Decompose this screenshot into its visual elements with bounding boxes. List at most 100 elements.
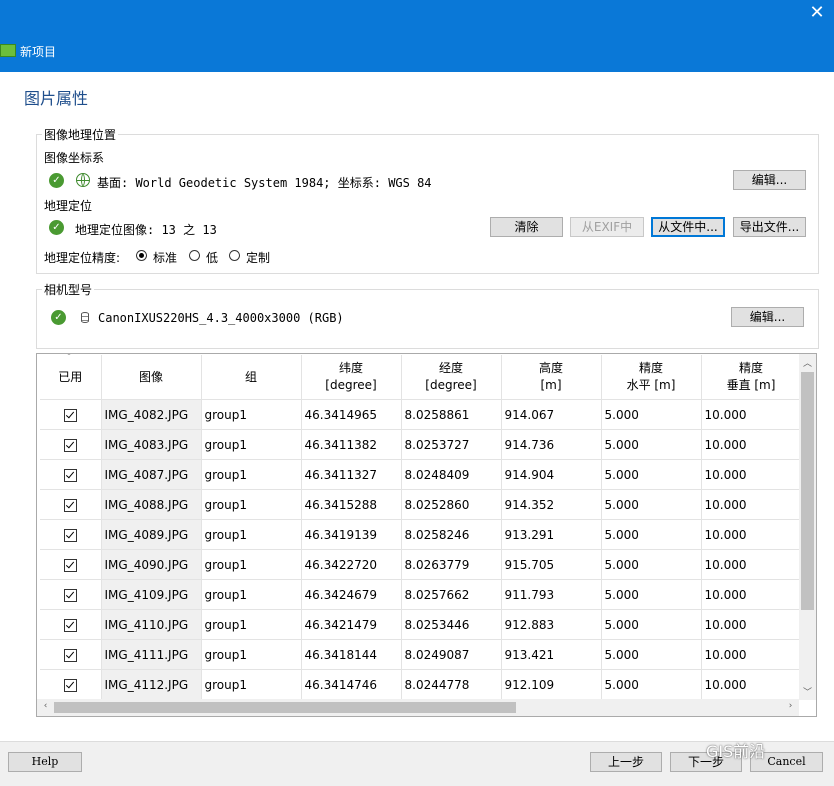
column-header[interactable]: 已用	[40, 355, 102, 400]
checkbox-icon[interactable]	[63, 498, 77, 512]
close-icon[interactable]: ✕	[806, 2, 828, 24]
from-file-button[interactable]: 从文件中...	[651, 217, 725, 237]
column-header[interactable]: 纬度 [degree]	[301, 355, 402, 400]
checkbox-icon[interactable]	[63, 528, 77, 542]
cell-acc_v[interactable]: 10.000	[701, 549, 802, 580]
cell-group[interactable]: group1	[201, 519, 302, 550]
enabled-cell[interactable]	[40, 399, 102, 430]
scroll-down-icon[interactable]: ﹀	[799, 685, 816, 698]
checkbox-icon[interactable]	[63, 468, 77, 482]
cell-acc_v[interactable]: 10.000	[701, 669, 802, 700]
column-header[interactable]: 经度 [degree]	[401, 355, 502, 400]
table-row[interactable]: IMG_4112.JPG group1 46.3414746 8.0244778 912…	[40, 669, 802, 700]
enabled-cell[interactable]	[40, 519, 102, 550]
checkbox-icon[interactable]	[63, 558, 77, 572]
cell-acc_h[interactable]: 5.000	[601, 399, 702, 430]
cell-lon[interactable]: 8.0257662	[401, 579, 502, 610]
cell-alt[interactable]: 914.067	[501, 399, 602, 430]
cell-alt[interactable]: 914.352	[501, 489, 602, 520]
cell-acc_h[interactable]: 5.000	[601, 519, 702, 550]
enabled-cell[interactable]	[40, 489, 102, 520]
cell-lon[interactable]: 8.0248409	[401, 459, 502, 490]
crs-edit-button[interactable]: 编辑...	[733, 170, 806, 190]
cell-acc_h[interactable]: 5.000	[601, 579, 702, 610]
cell-alt[interactable]: 914.736	[501, 429, 602, 460]
cell-acc_h[interactable]: 5.000	[601, 459, 702, 490]
cell-acc_h[interactable]: 5.000	[601, 609, 702, 640]
cell-lat[interactable]: 46.3422720	[301, 549, 402, 580]
accuracy-custom-radio[interactable]	[229, 250, 240, 261]
cell-lat[interactable]: 46.3414965	[301, 399, 402, 430]
cell-group[interactable]: group1	[201, 609, 302, 640]
cell-lat[interactable]: 46.3411327	[301, 459, 402, 490]
camera-edit-button[interactable]: 编辑...	[731, 307, 804, 327]
cell-group[interactable]: group1	[201, 549, 302, 580]
table-row[interactable]: IMG_4089.JPG group1 46.3419139 8.0258246 913…	[40, 519, 802, 550]
checkbox-icon[interactable]	[63, 648, 77, 662]
table-row[interactable]: IMG_4088.JPG group1 46.3415288 8.0252860 914…	[40, 489, 802, 520]
cell-acc_h[interactable]: 5.000	[601, 549, 702, 580]
cell-acc_h[interactable]: 5.000	[601, 669, 702, 700]
clear-button[interactable]: 清除	[490, 217, 563, 237]
cell-lon[interactable]: 8.0258861	[401, 399, 502, 430]
table-row[interactable]: IMG_4109.JPG group1 46.3424679 8.0257662 911…	[40, 579, 802, 610]
cell-lat[interactable]: 46.3419139	[301, 519, 402, 550]
cell-acc_v[interactable]: 10.000	[701, 489, 802, 520]
table-row[interactable]: IMG_4111.JPG group1 46.3418144 8.0249087 913…	[40, 639, 802, 670]
cell-alt[interactable]: 911.793	[501, 579, 602, 610]
cell-group[interactable]: group1	[201, 639, 302, 670]
cell-alt[interactable]: 913.291	[501, 519, 602, 550]
table-row[interactable]: IMG_4090.JPG group1 46.3422720 8.0263779 915…	[40, 549, 802, 580]
cell-lat[interactable]: 46.3411382	[301, 429, 402, 460]
cell-alt[interactable]: 915.705	[501, 549, 602, 580]
scroll-left-icon[interactable]: ‹	[37, 701, 54, 711]
column-header[interactable]: 高度 [m]	[501, 355, 602, 400]
cell-alt[interactable]: 913.421	[501, 639, 602, 670]
cell-group[interactable]: group1	[201, 459, 302, 490]
enabled-cell[interactable]	[40, 639, 102, 670]
checkbox-icon[interactable]	[63, 588, 77, 602]
cell-lat[interactable]: 46.3414746	[301, 669, 402, 700]
cell-group[interactable]: group1	[201, 579, 302, 610]
export-file-button[interactable]: 导出文件...	[733, 217, 806, 237]
cell-group[interactable]: group1	[201, 429, 302, 460]
table-row[interactable]: IMG_4082.JPG group1 46.3414965 8.0258861 914…	[40, 399, 802, 430]
help-button[interactable]: Help	[8, 752, 82, 772]
cell-lon[interactable]: 8.0249087	[401, 639, 502, 670]
cell-alt[interactable]: 912.109	[501, 669, 602, 700]
enabled-cell[interactable]	[40, 579, 102, 610]
cell-lat[interactable]: 46.3421479	[301, 609, 402, 640]
scroll-up-icon[interactable]: ︿	[799, 356, 816, 369]
cell-acc_h[interactable]: 5.000	[601, 489, 702, 520]
horizontal-scroll-thumb[interactable]	[54, 702, 516, 713]
column-header[interactable]: 精度 水平 [m]	[601, 355, 702, 400]
checkbox-icon[interactable]	[63, 618, 77, 632]
cell-lon[interactable]: 8.0263779	[401, 549, 502, 580]
cell-acc_v[interactable]: 10.000	[701, 639, 802, 670]
cell-acc_v[interactable]: 10.000	[701, 399, 802, 430]
checkbox-icon[interactable]	[63, 678, 77, 692]
enabled-cell[interactable]	[40, 609, 102, 640]
column-header[interactable]: 精度 垂直 [m]	[701, 355, 802, 400]
cell-lon[interactable]: 8.0252860	[401, 489, 502, 520]
cell-acc_v[interactable]: 10.000	[701, 579, 802, 610]
cell-lon[interactable]: 8.0244778	[401, 669, 502, 700]
vertical-scroll-thumb[interactable]	[801, 372, 814, 610]
cell-alt[interactable]: 912.883	[501, 609, 602, 640]
horizontal-scrollbar[interactable]: ‹ ›	[37, 699, 799, 716]
from-exif-button[interactable]: 从EXIF中	[570, 217, 644, 237]
table-row[interactable]: IMG_4110.JPG group1 46.3421479 8.0253446 912…	[40, 609, 802, 640]
scroll-right-icon[interactable]: ›	[782, 701, 799, 711]
cell-lon[interactable]: 8.0258246	[401, 519, 502, 550]
cell-lat[interactable]: 46.3424679	[301, 579, 402, 610]
cell-acc_v[interactable]: 10.000	[701, 459, 802, 490]
vertical-scrollbar[interactable]: ︿ ﹀	[799, 354, 816, 700]
accuracy-low-radio[interactable]	[189, 250, 200, 261]
enabled-cell[interactable]	[40, 669, 102, 700]
table-row[interactable]: IMG_4087.JPG group1 46.3411327 8.0248409 914…	[40, 459, 802, 490]
enabled-cell[interactable]	[40, 549, 102, 580]
cell-lat[interactable]: 46.3415288	[301, 489, 402, 520]
cell-lat[interactable]: 46.3418144	[301, 639, 402, 670]
checkbox-icon[interactable]	[63, 438, 77, 452]
accuracy-standard-radio[interactable]	[136, 250, 147, 261]
